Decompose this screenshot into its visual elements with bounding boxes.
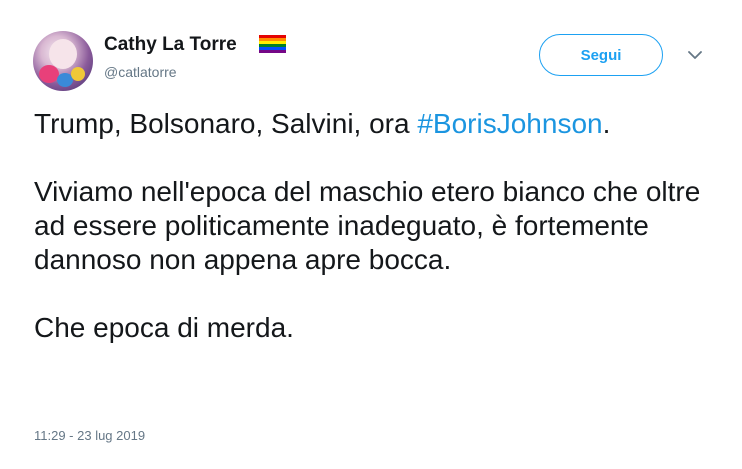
tweet-timestamp[interactable]: 11:29 - 23 lug 2019 (34, 428, 145, 443)
rainbow-flag-icon (259, 35, 286, 53)
avatar-detail (39, 65, 59, 83)
follow-button[interactable]: Segui (539, 34, 663, 76)
tweet-text: Trump, Bolsonaro, Salvini, ora #BorisJoh… (34, 107, 724, 345)
hashtag-link[interactable]: #BorisJohnson (417, 108, 602, 139)
avatar[interactable] (33, 31, 93, 91)
tweet-card: Cathy La Torre @catlatorre Segui Trump, … (0, 0, 742, 469)
tweet-line-1: Trump, Bolsonaro, Salvini, ora #BorisJoh… (34, 107, 724, 141)
tweet-paragraph-2: Viviamo nell'epoca del maschio etero bia… (34, 176, 701, 275)
tweet-line1-suffix: . (602, 108, 611, 139)
chevron-down-icon[interactable] (688, 50, 702, 60)
author-handle[interactable]: @catlatorre (104, 64, 177, 80)
avatar-face (49, 39, 77, 69)
avatar-detail (71, 67, 85, 81)
tweet-line1-prefix: Trump, Bolsonaro, Salvini, ora (34, 108, 418, 139)
flag-stripe (259, 50, 286, 53)
tweet-paragraph-3: Che epoca di merda. (34, 312, 294, 343)
author-display-name[interactable]: Cathy La Torre (104, 34, 237, 56)
